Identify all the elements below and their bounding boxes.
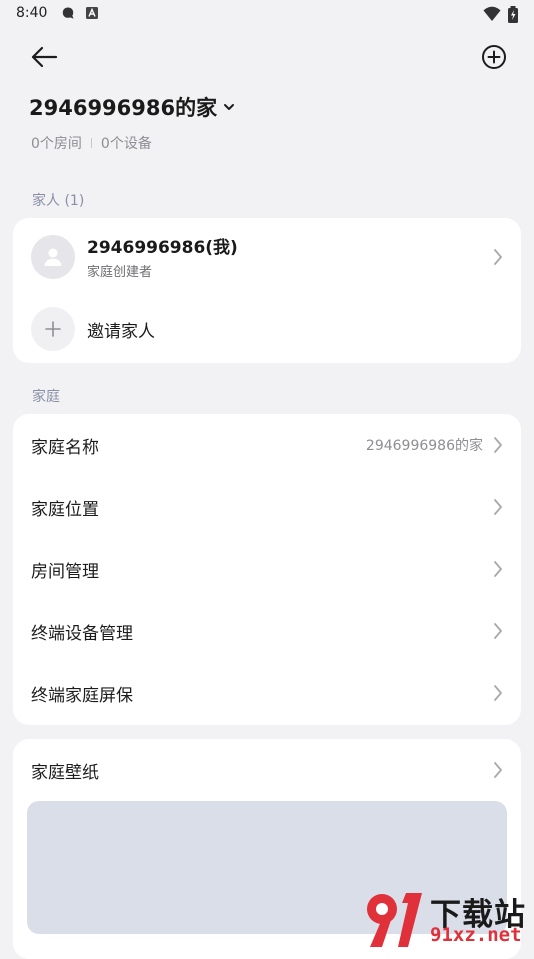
wallpaper-row[interactable]: 家庭壁纸 (13, 739, 521, 801)
members-card: 2946996986(我) 家庭创建者 邀请家人 (13, 218, 521, 363)
family-name-value: 2946996986的家 (365, 438, 483, 454)
person-icon (44, 248, 62, 266)
chevron-right-icon (494, 561, 502, 577)
member-name: 2946996986(我) (87, 238, 238, 258)
chat-icon (62, 7, 74, 19)
watermark-url-text: 91xz.net (430, 924, 522, 946)
chevron-right-icon (494, 762, 502, 778)
invite-member-button[interactable]: 邀请家人 (13, 298, 521, 360)
members-section-label: 家人 (1) (32, 193, 85, 209)
member-role: 家庭创建者 (87, 265, 153, 280)
chevron-right-icon (494, 437, 502, 453)
member-row[interactable]: 2946996986(我) 家庭创建者 (13, 218, 521, 296)
family-settings-card: 家庭名称 2946996986的家 家庭位置 房间管理 终端设备管理 终端家庭屏… (13, 414, 521, 725)
chevron-right-icon (494, 249, 502, 265)
row-label: 家庭名称 (31, 437, 99, 458)
watermark-logo: 下载站 91xz.net (362, 887, 534, 949)
avatar (31, 235, 75, 279)
device-management-row[interactable]: 终端设备管理 (13, 600, 521, 662)
row-label: 终端家庭屏保 (31, 685, 133, 706)
family-title: 2946996986的家 (29, 96, 218, 120)
family-section-label: 家庭 (32, 389, 60, 405)
watermark-mark-icon (367, 893, 422, 947)
chevron-right-icon (494, 623, 502, 639)
row-label: 房间管理 (31, 561, 99, 582)
family-summary: 0个房间 0个设备 (31, 133, 152, 153)
room-management-row[interactable]: 房间管理 (13, 538, 521, 600)
invite-label: 邀请家人 (87, 321, 155, 342)
family-selector[interactable]: 2946996986的家 (29, 92, 235, 122)
family-location-row[interactable]: 家庭位置 (13, 476, 521, 538)
arrow-left-icon (31, 46, 58, 68)
plus-icon (45, 321, 61, 337)
row-label: 家庭位置 (31, 499, 99, 520)
battery-icon (508, 6, 518, 23)
plus-circle-icon (482, 45, 506, 69)
summary-divider (90, 138, 92, 148)
row-label: 家庭壁纸 (31, 762, 99, 783)
back-button[interactable] (24, 37, 64, 77)
screensaver-row[interactable]: 终端家庭屏保 (13, 662, 521, 724)
a-box-icon (86, 7, 98, 19)
status-time: 8:40 (16, 5, 48, 21)
row-label: 终端设备管理 (31, 623, 133, 644)
family-name-row[interactable]: 家庭名称 2946996986的家 (13, 414, 521, 476)
device-count: 0个设备 (100, 136, 152, 152)
chevron-right-icon (494, 499, 502, 515)
wifi-icon (483, 6, 501, 21)
room-count: 0个房间 (31, 136, 82, 152)
chevron-right-icon (494, 685, 502, 701)
add-member-avatar (31, 307, 75, 351)
add-button[interactable] (474, 37, 514, 77)
chevron-down-icon (224, 104, 235, 110)
status-bar: 8:40 (0, 0, 534, 28)
